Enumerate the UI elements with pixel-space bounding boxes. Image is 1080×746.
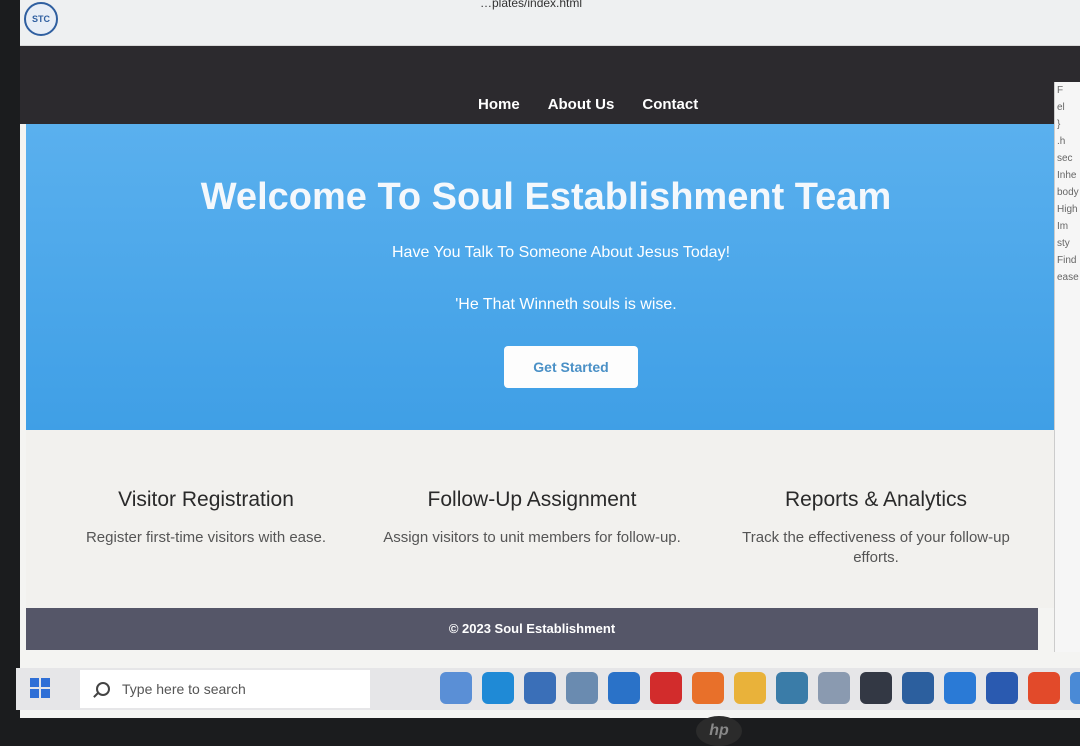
edge-icon[interactable] [482,672,514,704]
chrome-icon[interactable] [734,672,766,704]
hero-subtitle: Have You Talk To Someone About Jesus Tod… [391,244,731,261]
network-icon[interactable] [902,672,934,704]
devtools-fragment: } [1057,119,1061,130]
photos-icon[interactable] [776,672,808,704]
taskbar: Type here to search [16,668,1080,710]
store-icon[interactable] [524,672,556,704]
file-explorer-icon[interactable] [440,672,472,704]
devtools-panel[interactable]: Fel} .h sec Inhe body High Im sty Find ease [1054,82,1080,652]
devtools-fragment: Inhe [1057,170,1077,181]
git-icon[interactable] [1028,672,1060,704]
hero-quote: 'He That Winneth souls is wise. [455,296,677,313]
feature-text: Assign visitors to unit members for foll… [383,529,681,546]
feature-title: Follow-Up Assignment [427,488,637,511]
taskbar-search-box[interactable]: Type here to search [80,670,370,708]
footer: © 2023 Soul Establishment [26,608,1038,650]
hero-title: Welcome To Soul Establishment Team [200,176,892,218]
devtools-fragment: .h [1057,136,1066,147]
navbar: Home About Us Contact [20,46,1080,124]
nav-contact-link[interactable]: Contact [642,96,698,113]
feature-follow-up-assignment: Follow-Up Assignment Assign visitors to … [382,488,682,548]
notepad-icon[interactable] [818,672,850,704]
mail-icon[interactable] [608,672,640,704]
windows-start-icon[interactable] [30,678,50,698]
search-placeholder: Type here to search [122,681,246,697]
vscode-icon[interactable] [944,672,976,704]
nav-home-link[interactable]: Home [478,96,520,113]
browser-bar: STC …plates/index.html [20,0,1080,46]
devtools-fragment: Find [1057,255,1077,266]
devtools-fragment: el [1057,102,1065,113]
monitor-screen: STC …plates/index.html Home About Us Con… [20,0,1080,718]
features-section: Visitor Registration Register first-time… [26,430,1080,608]
feature-title: Visitor Registration [118,488,294,511]
feature-text: Register first-time visitors with ease. [85,529,327,546]
feature-reports-analytics: Reports & Analytics Track the effectiven… [726,488,1026,568]
devtools-fragment: sec [1057,153,1073,164]
site-logo[interactable]: STC [24,2,58,36]
feature-title: Reports & Analytics [784,488,968,511]
hero-section: Welcome To Soul Establishment Team Have … [26,124,1080,430]
devtools-fragment: sty [1057,238,1070,249]
taskbar-apps [440,672,1080,704]
get-started-button[interactable]: Get Started [504,346,638,388]
firefox-icon[interactable] [692,672,724,704]
site-logo-text: STC [32,14,50,24]
devtools-fragment: F [1057,85,1064,96]
feature-visitor-registration: Visitor Registration Register first-time… [56,488,356,548]
nav-links: Home About Us Contact [478,96,698,113]
devtools-fragment: body [1057,187,1079,198]
hp-logo: hp [696,716,742,746]
search-icon [96,682,110,696]
nav-about-link[interactable]: About Us [548,96,615,113]
chrome-alt-icon[interactable] [1070,672,1080,704]
outlook-icon[interactable] [986,672,1018,704]
terminal-icon[interactable] [860,672,892,704]
opera-icon[interactable] [650,672,682,704]
devtools-fragment: High [1057,204,1078,215]
files-icon[interactable] [566,672,598,704]
devtools-fragment: ease [1057,272,1079,283]
address-bar[interactable]: …plates/index.html [480,0,582,10]
feature-text: Track the effectiveness of your follow-u… [742,529,1010,566]
devtools-fragment: Im [1057,221,1069,232]
